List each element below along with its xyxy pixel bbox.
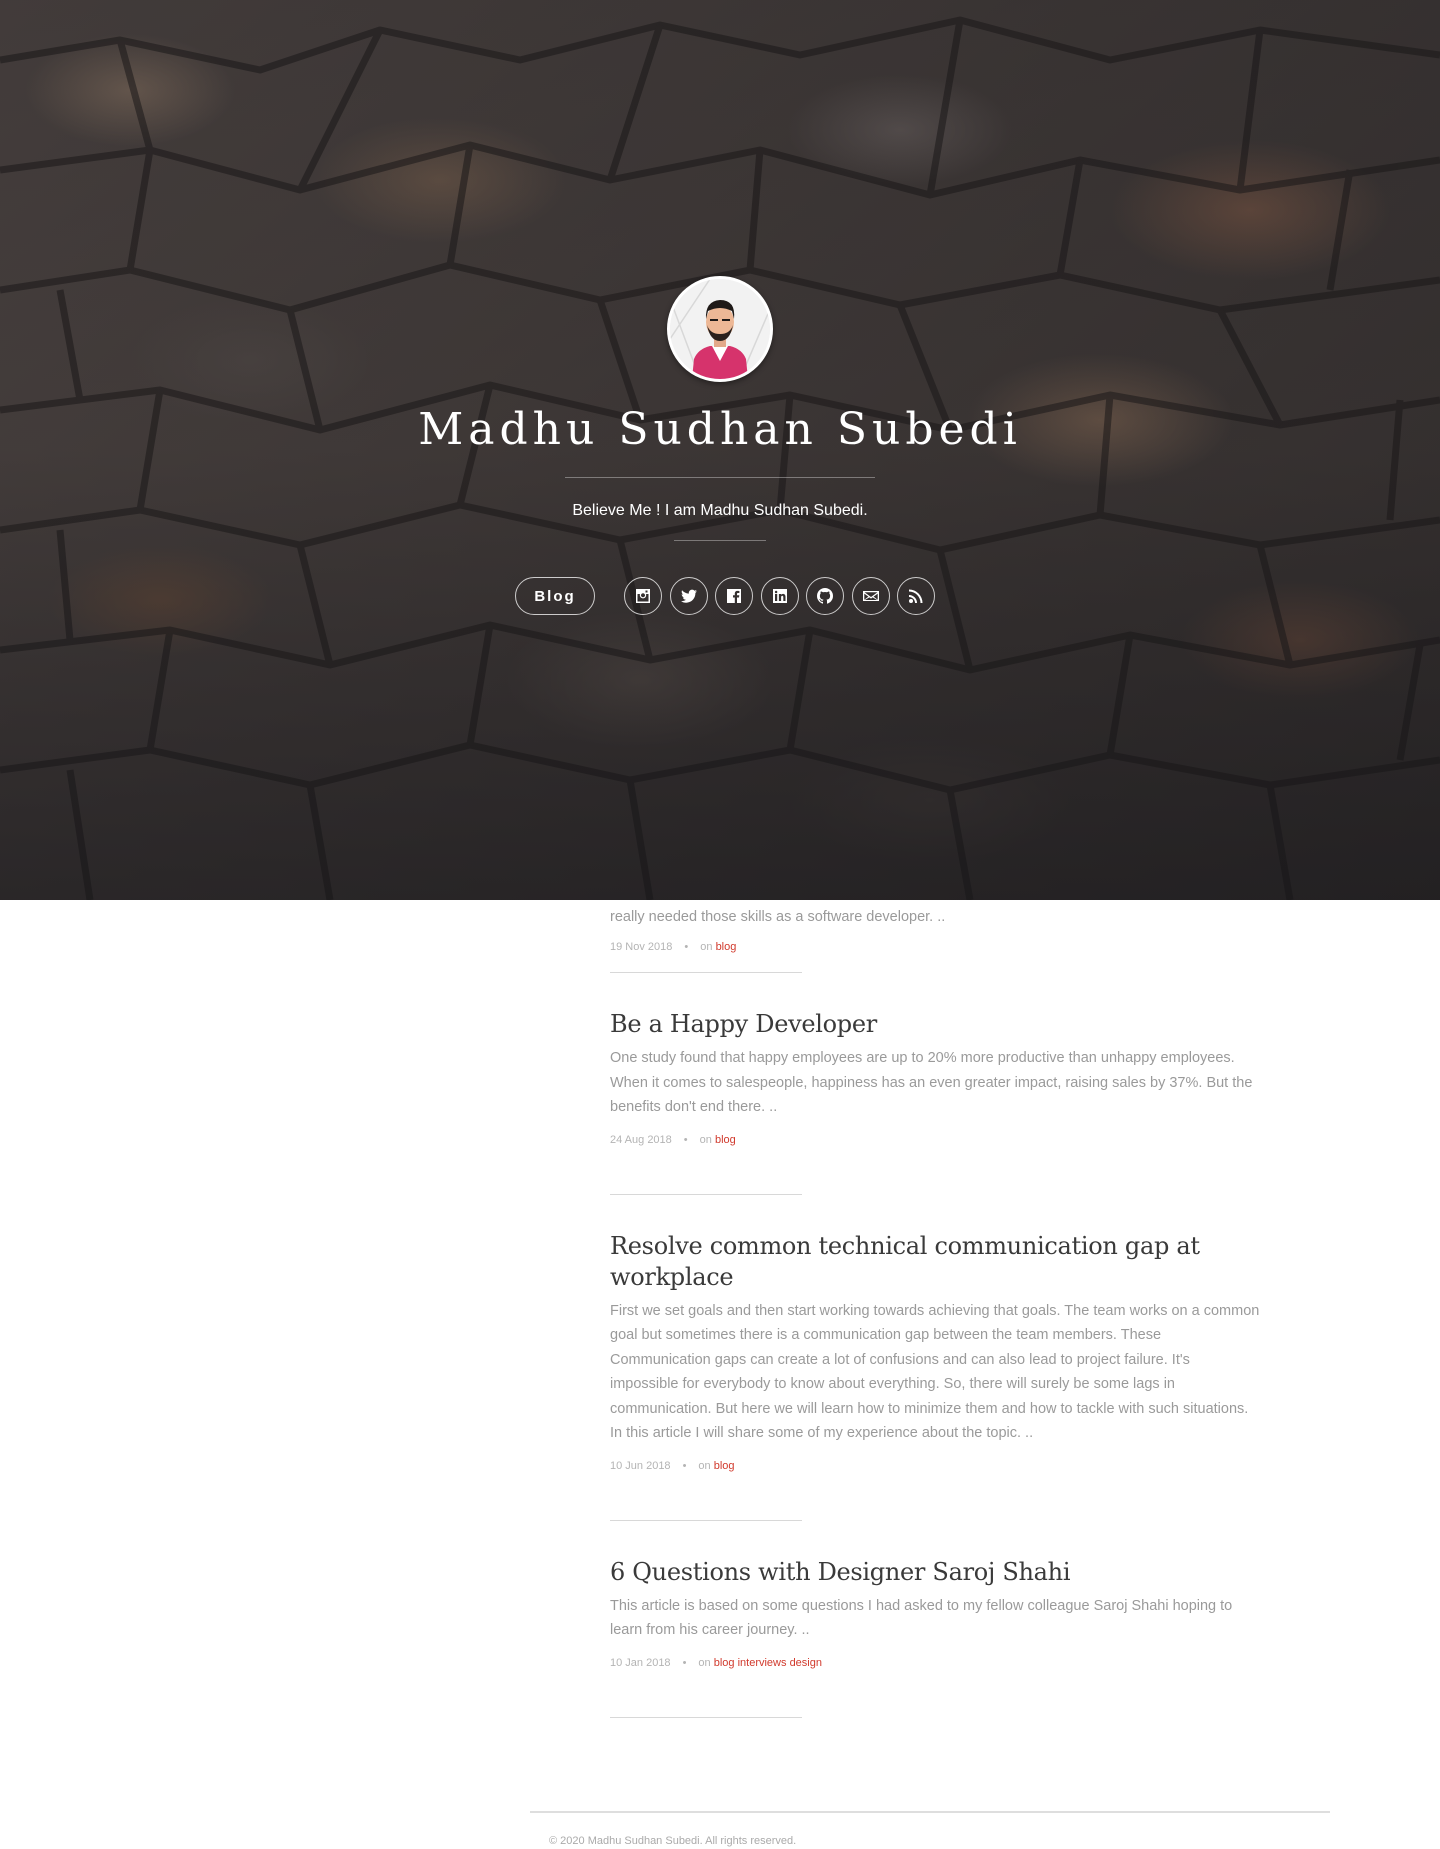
post-tag-design[interactable]: design	[790, 1657, 822, 1669]
rss-link[interactable]	[897, 577, 935, 615]
post-excerpt: One study found that happy employees are…	[610, 1050, 1253, 1115]
post-meta: 19 Nov 2018 • on blog	[610, 941, 736, 953]
tagline-divider	[674, 540, 766, 541]
post-tag-blog[interactable]: blog	[715, 1134, 736, 1146]
meta-separator: •	[682, 1459, 687, 1472]
social-links	[624, 577, 943, 615]
facebook-link[interactable]	[715, 577, 753, 615]
meta-separator: •	[683, 1133, 688, 1146]
post-tag-blog[interactable]: blog	[714, 1657, 735, 1669]
post-list: really needed those skills as a software…	[610, 880, 1260, 1718]
post-date: 10 Jun 2018	[610, 1459, 671, 1472]
title-divider	[565, 477, 875, 478]
linkedin-icon	[772, 589, 787, 603]
post-excerpt: This article is based on some questions …	[610, 1597, 1233, 1639]
post-date: 19 Nov 2018	[610, 941, 673, 953]
footer-copyright: © 2020 Madhu Sudhan Subedi. All rights r…	[549, 1835, 797, 1847]
post-tag-blog[interactable]: blog	[714, 1460, 735, 1472]
site-tagline: Believe Me ! I am Madhu Sudhan Subedi.	[572, 502, 868, 519]
footer-divider	[530, 1811, 1330, 1813]
avatar[interactable]	[667, 276, 773, 382]
post-title[interactable]: Be a Happy Developer	[610, 1009, 1260, 1040]
hero-content: Madhu Sudhan Subedi Believe Me ! I am Ma…	[0, 276, 1440, 541]
post-on-label: on	[699, 1133, 712, 1146]
post-date: 24 Aug 2018	[610, 1133, 672, 1146]
post-excerpt: First we set goals and then start workin…	[610, 1302, 1260, 1442]
twitter-link[interactable]	[669, 577, 708, 615]
post-excerpt: really needed those skills as a software…	[610, 909, 946, 925]
post-separator	[610, 1716, 802, 1718]
post-date: 10 Jan 2018	[610, 1656, 671, 1669]
post-item: Resolve common technical communication g…	[610, 1195, 1260, 1472]
post-item: Be a Happy Developer One study found tha…	[610, 973, 1260, 1146]
facebook-icon	[727, 589, 741, 603]
post-title[interactable]: Resolve common technical communication g…	[610, 1231, 1260, 1293]
instagram-icon	[636, 589, 650, 603]
post-meta: 24 Aug 2018 • on blog	[610, 1134, 1260, 1146]
hero-header: Madhu Sudhan Subedi Believe Me ! I am Ma…	[0, 0, 1440, 900]
github-link[interactable]	[806, 577, 844, 615]
post-tag-interviews[interactable]: interviews	[738, 1657, 787, 1669]
post-on-label: on	[698, 1656, 711, 1669]
instagram-link[interactable]	[624, 577, 662, 615]
post-on-label: on	[698, 1459, 711, 1472]
post-item-partial: really needed those skills as a software…	[610, 880, 1260, 970]
linkedin-link[interactable]	[760, 577, 799, 615]
post-item: 6 Questions with Designer Saroj Shahi Th…	[610, 1521, 1260, 1669]
meta-separator: •	[684, 941, 689, 953]
hero-nav: Blog	[515, 577, 943, 615]
github-icon	[816, 588, 834, 604]
twitter-icon	[680, 589, 697, 603]
site-title[interactable]: Madhu Sudhan Subedi	[0, 404, 1440, 455]
meta-separator: •	[682, 1656, 687, 1669]
avatar-illustration	[670, 279, 770, 379]
post-title[interactable]: 6 Questions with Designer Saroj Shahi	[610, 1557, 1260, 1588]
blog-button[interactable]: Blog	[515, 577, 595, 615]
post-meta: 10 Jan 2018 • on blog interviews design	[610, 1657, 1260, 1669]
email-icon	[862, 591, 879, 601]
email-link[interactable]	[851, 577, 890, 615]
post-tag-blog[interactable]: blog	[716, 941, 737, 953]
post-meta: 10 Jun 2018 • on blog	[610, 1460, 1260, 1472]
rss-icon	[909, 589, 923, 603]
post-on-label: on	[700, 941, 713, 953]
